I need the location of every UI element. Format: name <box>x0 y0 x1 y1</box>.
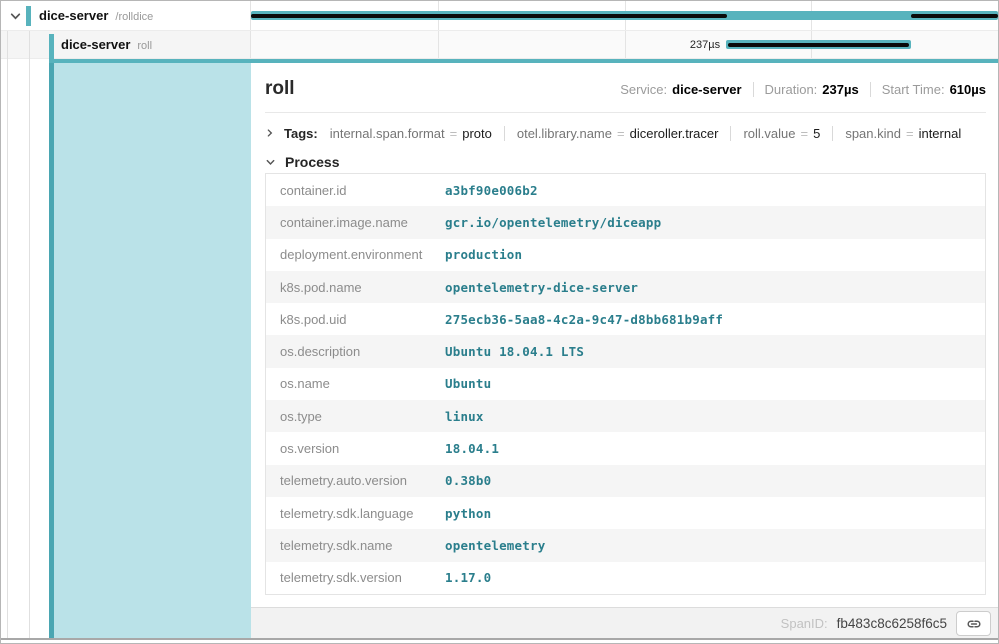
child-span-marker <box>251 14 727 18</box>
key-cell: telemetry.auto.version <box>266 473 445 488</box>
span-row-rolldice[interactable]: dice-server/rolldice <box>1 1 998 31</box>
key-cell: deployment.environment <box>266 247 445 262</box>
key-cell: container.id <box>266 183 445 198</box>
value-cell: 1.17.0 <box>445 570 491 585</box>
service-color-bar <box>49 34 54 59</box>
table-row: k8s.pod.uid275ecb36-5aa8-4c2a-9c47-d8bb6… <box>266 303 985 335</box>
spanid-value: fb483c8c6258f6c5 <box>837 616 947 631</box>
tags-section-toggle[interactable]: Tags: internal.span.format=proto otel.li… <box>265 120 986 146</box>
meta-duration: Duration: 237µs <box>753 82 859 97</box>
table-row: os.typelinux <box>266 400 985 432</box>
span-detail-footer: SpanID: fb483c8c6258f6c5 <box>251 607 999 639</box>
timeline-cell[interactable] <box>251 1 998 30</box>
table-row: telemetry.sdk.version1.17.0 <box>266 562 985 594</box>
key-cell: os.type <box>266 409 445 424</box>
table-row: container.image.namegcr.io/opentelemetry… <box>266 206 985 238</box>
meta-start-time: Start Time: 610µs <box>870 82 986 97</box>
value-cell: gcr.io/opentelemetry/diceapp <box>445 215 661 230</box>
value-cell: a3bf90e006b2 <box>445 183 538 198</box>
chevron-down-icon[interactable] <box>9 10 22 23</box>
key-cell: os.version <box>266 441 445 456</box>
span-row-roll[interactable]: dice-serverroll 237µs <box>1 31 998 59</box>
value-cell: Ubuntu <box>445 376 491 391</box>
span-meta: Service: dice-server Duration: 237µs Sta… <box>620 82 986 97</box>
process-table: container.ida3bf90e006b2 container.image… <box>265 173 986 595</box>
child-span-marker <box>911 14 998 18</box>
operation-name-label: /rolldice <box>115 11 153 23</box>
header-divider <box>265 112 986 113</box>
chevron-right-icon[interactable] <box>265 128 275 138</box>
key-cell: telemetry.sdk.version <box>266 570 445 585</box>
key-cell: telemetry.sdk.language <box>266 506 445 521</box>
value-cell: production <box>445 247 522 262</box>
value-cell: python <box>445 506 491 521</box>
chevron-down-icon[interactable] <box>265 157 276 168</box>
table-row: os.version18.04.1 <box>266 432 985 464</box>
key-cell: k8s.pod.uid <box>266 312 445 327</box>
window-bottom-edge <box>1 638 998 640</box>
key-cell: os.description <box>266 344 445 359</box>
indent-guide <box>7 31 8 639</box>
spanid-label: SpanID: <box>781 616 828 631</box>
span-detail-panel: roll Service: dice-server Duration: 237µ… <box>251 63 999 639</box>
tag-item: span.kind=internal <box>832 126 973 141</box>
key-cell: telemetry.sdk.name <box>266 538 445 553</box>
key-cell: container.image.name <box>266 215 445 230</box>
table-row: telemetry.sdk.nameopentelemetry <box>266 529 985 561</box>
indent-guide <box>29 31 30 639</box>
span-self-time-marker <box>728 43 909 47</box>
value-cell: opentelemetry-dice-server <box>445 280 638 295</box>
process-section-toggle[interactable]: Process <box>265 151 986 173</box>
key-cell: os.name <box>266 376 445 391</box>
value-cell: linux <box>445 409 484 424</box>
jaeger-trace-detail-view: dice-server/rolldice dice-serverroll 237… <box>0 0 999 644</box>
tag-item: internal.span.format=proto <box>318 126 504 141</box>
value-cell: 275ecb36-5aa8-4c2a-9c47-d8bb681b9aff <box>445 312 723 327</box>
value-cell: 18.04.1 <box>445 441 499 456</box>
table-row: os.nameUbuntu <box>266 368 985 400</box>
span-title: roll <box>265 78 295 100</box>
operation-name-label: roll <box>137 40 152 52</box>
value-cell: opentelemetry <box>445 538 545 553</box>
selected-span-subtree-fill <box>54 59 251 639</box>
service-name-label: dice-serverroll <box>61 31 152 60</box>
service-color-bar <box>26 6 31 26</box>
meta-service: Service: dice-server <box>620 82 741 97</box>
table-row: telemetry.sdk.languagepython <box>266 497 985 529</box>
tag-item: otel.library.name=diceroller.tracer <box>504 126 731 141</box>
table-row: os.descriptionUbuntu 18.04.1 LTS <box>266 335 985 367</box>
duration-label: 237µs <box>251 31 726 59</box>
table-row: telemetry.auto.version0.38b0 <box>266 465 985 497</box>
table-row: container.ida3bf90e006b2 <box>266 174 985 206</box>
service-name-label: dice-server/rolldice <box>39 1 153 32</box>
process-label: Process <box>285 154 339 170</box>
value-cell: 0.38b0 <box>445 473 491 488</box>
timeline-cell[interactable]: 237µs <box>251 31 998 58</box>
tags-label: Tags: <box>284 126 318 141</box>
table-row: deployment.environmentproduction <box>266 239 985 271</box>
link-icon <box>966 616 982 632</box>
span-detail-header: roll Service: dice-server Duration: 237µ… <box>265 75 986 103</box>
deep-link-button[interactable] <box>956 611 991 636</box>
span-name-cell[interactable]: dice-serverroll <box>1 31 251 58</box>
key-cell: k8s.pod.name <box>266 280 445 295</box>
value-cell: Ubuntu 18.04.1 LTS <box>445 344 584 359</box>
span-name-cell[interactable]: dice-server/rolldice <box>1 1 251 30</box>
table-row: k8s.pod.nameopentelemetry-dice-server <box>266 271 985 303</box>
tag-item: roll.value=5 <box>730 126 832 141</box>
